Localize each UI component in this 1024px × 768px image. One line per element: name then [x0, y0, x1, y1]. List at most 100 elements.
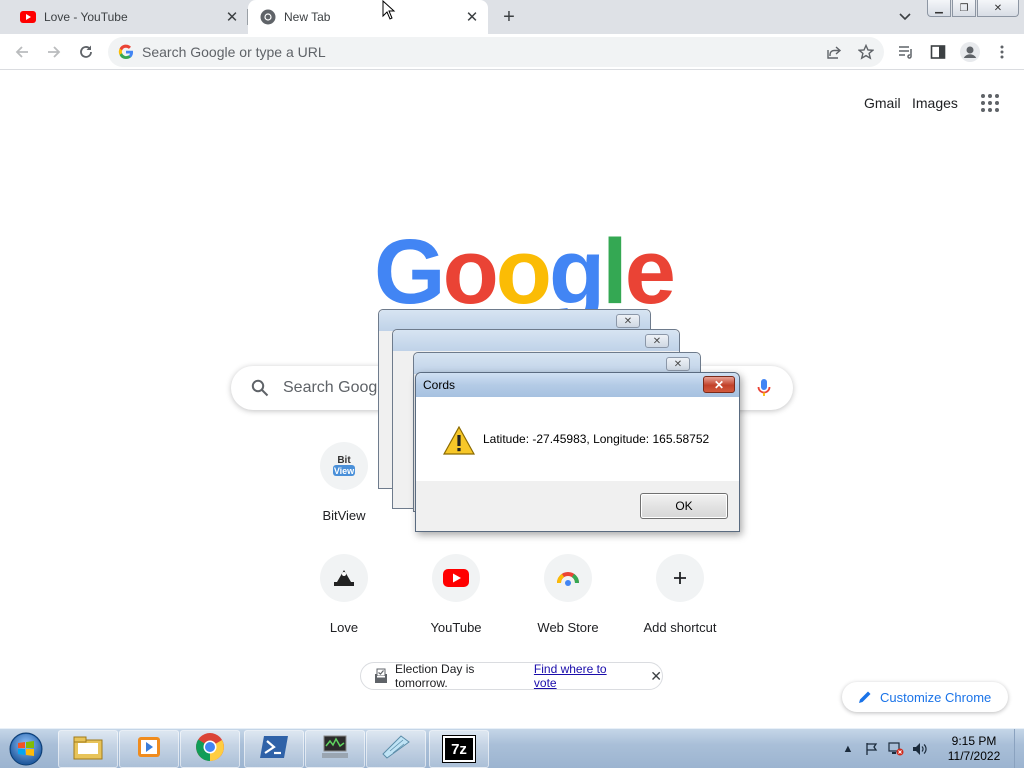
dialog-titlebar: ✕: [414, 353, 700, 374]
reload-button[interactable]: [74, 40, 98, 64]
ok-button[interactable]: OK: [640, 493, 728, 519]
warning-icon: [442, 425, 476, 456]
new-tab-button[interactable]: +: [498, 6, 520, 28]
shortcut-label: YouTube: [430, 620, 482, 635]
close-icon[interactable]: ✕: [645, 334, 669, 348]
tab-title: Love - YouTube: [44, 10, 128, 24]
dialog-title: Cords: [423, 378, 456, 392]
bitview-icon: Bit View: [320, 442, 368, 490]
chrome-icon: [260, 9, 276, 25]
taskbar-explorer[interactable]: [58, 730, 118, 768]
logo-letter-e: e: [624, 221, 676, 323]
svg-text:Bit: Bit: [337, 455, 351, 466]
shortcut-web-store[interactable]: Web Store: [512, 554, 624, 666]
chrome-icon: [195, 732, 225, 767]
close-icon[interactable]: ✕: [616, 314, 640, 328]
clock-date: 11/7/2022: [947, 749, 1001, 763]
powershell-icon: [259, 734, 289, 765]
google-logo: Google: [374, 221, 676, 323]
shortcut-label: Web Store: [537, 620, 599, 635]
menu-kebab-icon[interactable]: [990, 40, 1014, 64]
minimize-button[interactable]: ▁: [927, 0, 951, 17]
close-tab-icon[interactable]: ✕: [462, 7, 482, 27]
notice-text: Election Day is tomorrow.: [395, 662, 475, 690]
close-window-button[interactable]: ✕: [977, 0, 1019, 17]
logo-letter-o2: o: [495, 221, 552, 323]
microphone-icon[interactable]: [753, 377, 775, 399]
forward-button[interactable]: [42, 40, 66, 64]
close-icon[interactable]: ✕: [666, 357, 690, 371]
search-icon: [251, 379, 269, 397]
network-disconnected-icon[interactable]: [888, 741, 904, 757]
shortcut-love[interactable]: Love: [288, 554, 400, 666]
customize-label: Customize Chrome: [880, 689, 992, 705]
notepad-icon: [381, 734, 411, 765]
shortcut-label: Love: [329, 620, 359, 635]
7zip-icon: 7z: [443, 736, 475, 762]
media-controls-icon[interactable]: [894, 40, 918, 64]
dialog-footer: OK: [416, 481, 739, 531]
pencil-icon: [858, 690, 872, 704]
google-apps-icon[interactable]: [981, 94, 999, 112]
tab-title: New Tab: [284, 10, 331, 24]
election-notice: Election Day is tomorrow. Find where to …: [360, 662, 663, 690]
close-icon[interactable]: ✕: [703, 376, 735, 393]
tab-search-icon[interactable]: [896, 8, 914, 26]
windows-taskbar: 7z ▲ 9:15 PM 11/7/2022: [0, 728, 1024, 768]
taskbar-clock[interactable]: 9:15 PM 11/7/2022: [936, 734, 1012, 764]
logo-letter-l: l: [602, 221, 628, 323]
side-panel-icon[interactable]: [926, 40, 950, 64]
omnibox[interactable]: [108, 37, 884, 67]
taskbar-chrome[interactable]: [180, 730, 240, 768]
taskbar-notepad[interactable]: [366, 730, 426, 768]
dialog-titlebar: ✕: [379, 310, 650, 331]
address-input[interactable]: [142, 37, 822, 67]
restore-button[interactable]: ❐: [952, 0, 976, 17]
taskbar-7zip[interactable]: 7z: [429, 730, 489, 768]
youtube-icon: [432, 554, 480, 602]
dialog-titlebar: Cords ✕: [416, 373, 739, 397]
plus-icon: [656, 554, 704, 602]
love-icon: [320, 554, 368, 602]
media-player-icon: [136, 734, 162, 765]
taskbar-network-monitor[interactable]: [305, 730, 365, 768]
clock-time: 9:15 PM: [951, 734, 997, 748]
window-controls: ▁ ❐ ✕: [927, 0, 1020, 17]
share-icon[interactable]: [824, 42, 844, 62]
ballot-box-icon: [373, 668, 389, 684]
system-tray: ▲: [840, 729, 936, 768]
find-where-to-vote-link[interactable]: Find where to vote: [534, 662, 632, 690]
volume-icon[interactable]: [912, 741, 928, 757]
taskbar-media-player[interactable]: [119, 730, 179, 768]
tab-love-youtube[interactable]: Love - YouTube ✕: [0, 0, 248, 34]
gmail-link[interactable]: Gmail: [864, 95, 901, 111]
7zip-label: 7z: [451, 740, 467, 758]
images-link[interactable]: Images: [912, 95, 958, 111]
back-button[interactable]: [10, 40, 34, 64]
logo-letter-g2: g: [548, 221, 605, 323]
taskbar-powershell[interactable]: [244, 730, 304, 768]
shortcut-label: BitView: [322, 508, 366, 523]
youtube-icon: [20, 9, 36, 25]
close-tab-icon[interactable]: ✕: [222, 7, 242, 27]
shortcut-label: Add shortcut: [643, 620, 717, 635]
svg-text:View: View: [334, 466, 355, 476]
bookmark-star-icon[interactable]: [856, 42, 876, 62]
customize-chrome-button[interactable]: Customize Chrome: [842, 682, 1008, 712]
dialog-titlebar: ✕: [393, 330, 679, 351]
webstore-icon: [544, 554, 592, 602]
google-g-icon: [118, 44, 134, 60]
cords-message-box: Cords ✕ Latitude: -27.45983, Longitude: …: [415, 372, 740, 532]
show-desktop-button[interactable]: [1014, 729, 1024, 768]
start-button[interactable]: [6, 731, 46, 767]
mouse-cursor-icon: [382, 0, 396, 20]
tab-new-tab[interactable]: New Tab ✕: [248, 0, 488, 34]
show-hidden-icons-icon[interactable]: ▲: [840, 741, 856, 757]
logo-letter-o1: o: [442, 221, 499, 323]
profile-avatar[interactable]: [958, 40, 982, 64]
shortcut-add[interactable]: Add shortcut: [624, 554, 736, 666]
dialog-message: Latitude: -27.45983, Longitude: 165.5875…: [483, 432, 710, 446]
shortcut-youtube[interactable]: YouTube: [400, 554, 512, 666]
close-icon[interactable]: ✕: [650, 668, 662, 685]
action-center-flag-icon[interactable]: [864, 741, 880, 757]
